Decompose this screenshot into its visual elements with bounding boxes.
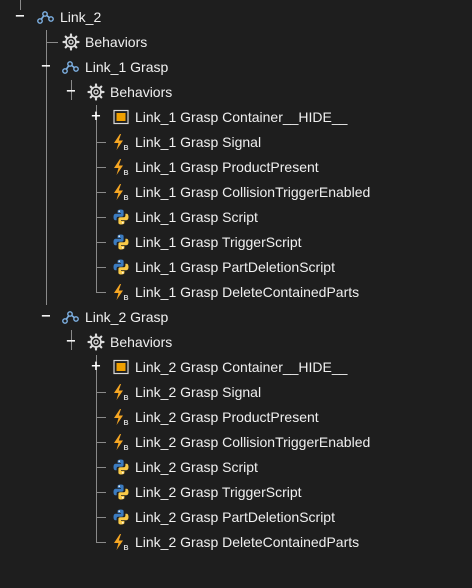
tree-guide-line <box>96 492 106 493</box>
node-label: Link_2 Grasp Signal <box>135 384 262 400</box>
node-label: Link_2 Grasp CollisionTriggerEnabled <box>135 434 371 450</box>
tree-guide-line <box>96 192 106 193</box>
signal-icon <box>112 408 130 426</box>
signal-icon <box>112 133 130 151</box>
tree-node-behaviors[interactable]: Behaviors <box>87 80 172 104</box>
tree-node-container[interactable]: Link_1 Grasp Container__HIDE__ <box>112 105 347 129</box>
node-label: Link_1 Grasp PartDeletionScript <box>135 259 335 275</box>
node-label: Link_2 Grasp ProductPresent <box>135 409 319 425</box>
tree-guide-line <box>96 467 106 468</box>
python-icon <box>112 208 130 226</box>
node-label: Behaviors <box>110 334 173 350</box>
node-label: Link_2 Grasp Script <box>135 459 258 475</box>
node-label: Link_1 Grasp DeleteContainedParts <box>135 284 360 300</box>
expand-toggle-container[interactable]: + <box>90 110 102 123</box>
signal-icon <box>112 383 130 401</box>
python-icon <box>112 458 130 476</box>
behavior-tree: − Link_2 Behaviors − Link_1 Grasp − Beha… <box>0 0 472 588</box>
gear-icon <box>87 83 105 101</box>
link-joint-icon <box>62 58 80 76</box>
tree-guide-line <box>96 292 106 293</box>
tree-node-signal[interactable]: Link_2 Grasp CollisionTriggerEnabled <box>112 430 370 454</box>
tree-node-signal[interactable]: Link_1 Grasp ProductPresent <box>112 155 319 179</box>
node-label: Link_1 Grasp TriggerScript <box>135 234 302 250</box>
tree-node-signal[interactable]: Link_2 Grasp ProductPresent <box>112 405 319 429</box>
node-label: Link_1 Grasp <box>85 59 169 75</box>
python-icon <box>112 483 130 501</box>
collapse-toggle-link-2[interactable]: − <box>14 10 26 23</box>
tree-node-signal[interactable]: Link_2 Grasp Signal <box>112 380 261 404</box>
tree-node-script[interactable]: Link_2 Grasp PartDeletionScript <box>112 505 335 529</box>
tree-node-container[interactable]: Link_2 Grasp Container__HIDE__ <box>112 355 347 379</box>
signal-icon <box>112 533 130 551</box>
node-label: Link_1 Grasp Container__HIDE__ <box>135 109 348 125</box>
gear-icon <box>87 333 105 351</box>
node-label: Link_2 Grasp <box>85 309 169 325</box>
tree-node-script[interactable]: Link_1 Grasp PartDeletionScript <box>112 255 335 279</box>
tree-node-script[interactable]: Link_1 Grasp Script <box>112 205 258 229</box>
tree-guide-line <box>96 267 106 268</box>
node-label: Link_2 Grasp PartDeletionScript <box>135 509 335 525</box>
link-joint-icon <box>37 8 55 26</box>
expand-toggle-container[interactable]: + <box>90 360 102 373</box>
gear-icon <box>62 33 80 51</box>
tree-guide-line <box>96 392 106 393</box>
tree-guide-line <box>96 142 106 143</box>
container-icon <box>112 108 130 126</box>
tree-guide-line <box>96 242 106 243</box>
node-label: Link_1 Grasp ProductPresent <box>135 159 319 175</box>
tree-node-signal[interactable]: Link_1 Grasp DeleteContainedParts <box>112 280 359 304</box>
tree-guide-line <box>96 542 106 543</box>
python-icon <box>112 233 130 251</box>
node-label: Behaviors <box>110 84 173 100</box>
tree-node-script[interactable]: Link_2 Grasp Script <box>112 455 258 479</box>
tree-node-behaviors[interactable]: Behaviors <box>87 330 172 354</box>
collapse-toggle-link-2-grasp[interactable]: − <box>40 310 52 323</box>
node-label: Link_2 Grasp Container__HIDE__ <box>135 359 348 375</box>
node-label: Link_2 Grasp TriggerScript <box>135 484 302 500</box>
collapse-toggle-behaviors[interactable]: − <box>65 85 77 98</box>
node-label: Link_2 <box>60 9 102 25</box>
container-icon <box>112 358 130 376</box>
tree-guide-line <box>96 417 106 418</box>
signal-icon <box>112 183 130 201</box>
tree-guide-line <box>96 167 106 168</box>
signal-icon <box>112 433 130 451</box>
node-label: Link_1 Grasp Signal <box>135 134 262 150</box>
signal-icon <box>112 283 130 301</box>
node-label: Link_2 Grasp DeleteContainedParts <box>135 534 360 550</box>
link-joint-icon <box>62 308 80 326</box>
tree-guide-line <box>96 217 106 218</box>
node-label: Link_1 Grasp CollisionTriggerEnabled <box>135 184 371 200</box>
tree-node-link-1-grasp[interactable]: Link_1 Grasp <box>62 55 168 79</box>
tree-node-script[interactable]: Link_1 Grasp TriggerScript <box>112 230 302 254</box>
tree-guide-line <box>96 355 97 543</box>
tree-guide-line <box>96 442 106 443</box>
collapse-toggle-behaviors[interactable]: − <box>65 335 77 348</box>
python-icon <box>112 258 130 276</box>
signal-icon <box>112 158 130 176</box>
tree-node-link-2[interactable]: Link_2 <box>37 5 101 29</box>
tree-node-script[interactable]: Link_2 Grasp TriggerScript <box>112 480 302 504</box>
node-label: Behaviors <box>85 34 148 50</box>
tree-guide-line <box>96 517 106 518</box>
tree-node-link-2-grasp[interactable]: Link_2 Grasp <box>62 305 168 329</box>
python-icon <box>112 508 130 526</box>
tree-node-behaviors[interactable]: Behaviors <box>62 30 147 54</box>
tree-guide-line <box>96 105 97 293</box>
tree-node-signal[interactable]: Link_2 Grasp DeleteContainedParts <box>112 530 359 554</box>
tree-node-signal[interactable]: Link_1 Grasp CollisionTriggerEnabled <box>112 180 370 204</box>
tree-guide-line <box>46 42 58 43</box>
tree-node-signal[interactable]: Link_1 Grasp Signal <box>112 130 261 154</box>
node-label: Link_1 Grasp Script <box>135 209 258 225</box>
collapse-toggle-link-1-grasp[interactable]: − <box>40 60 52 73</box>
